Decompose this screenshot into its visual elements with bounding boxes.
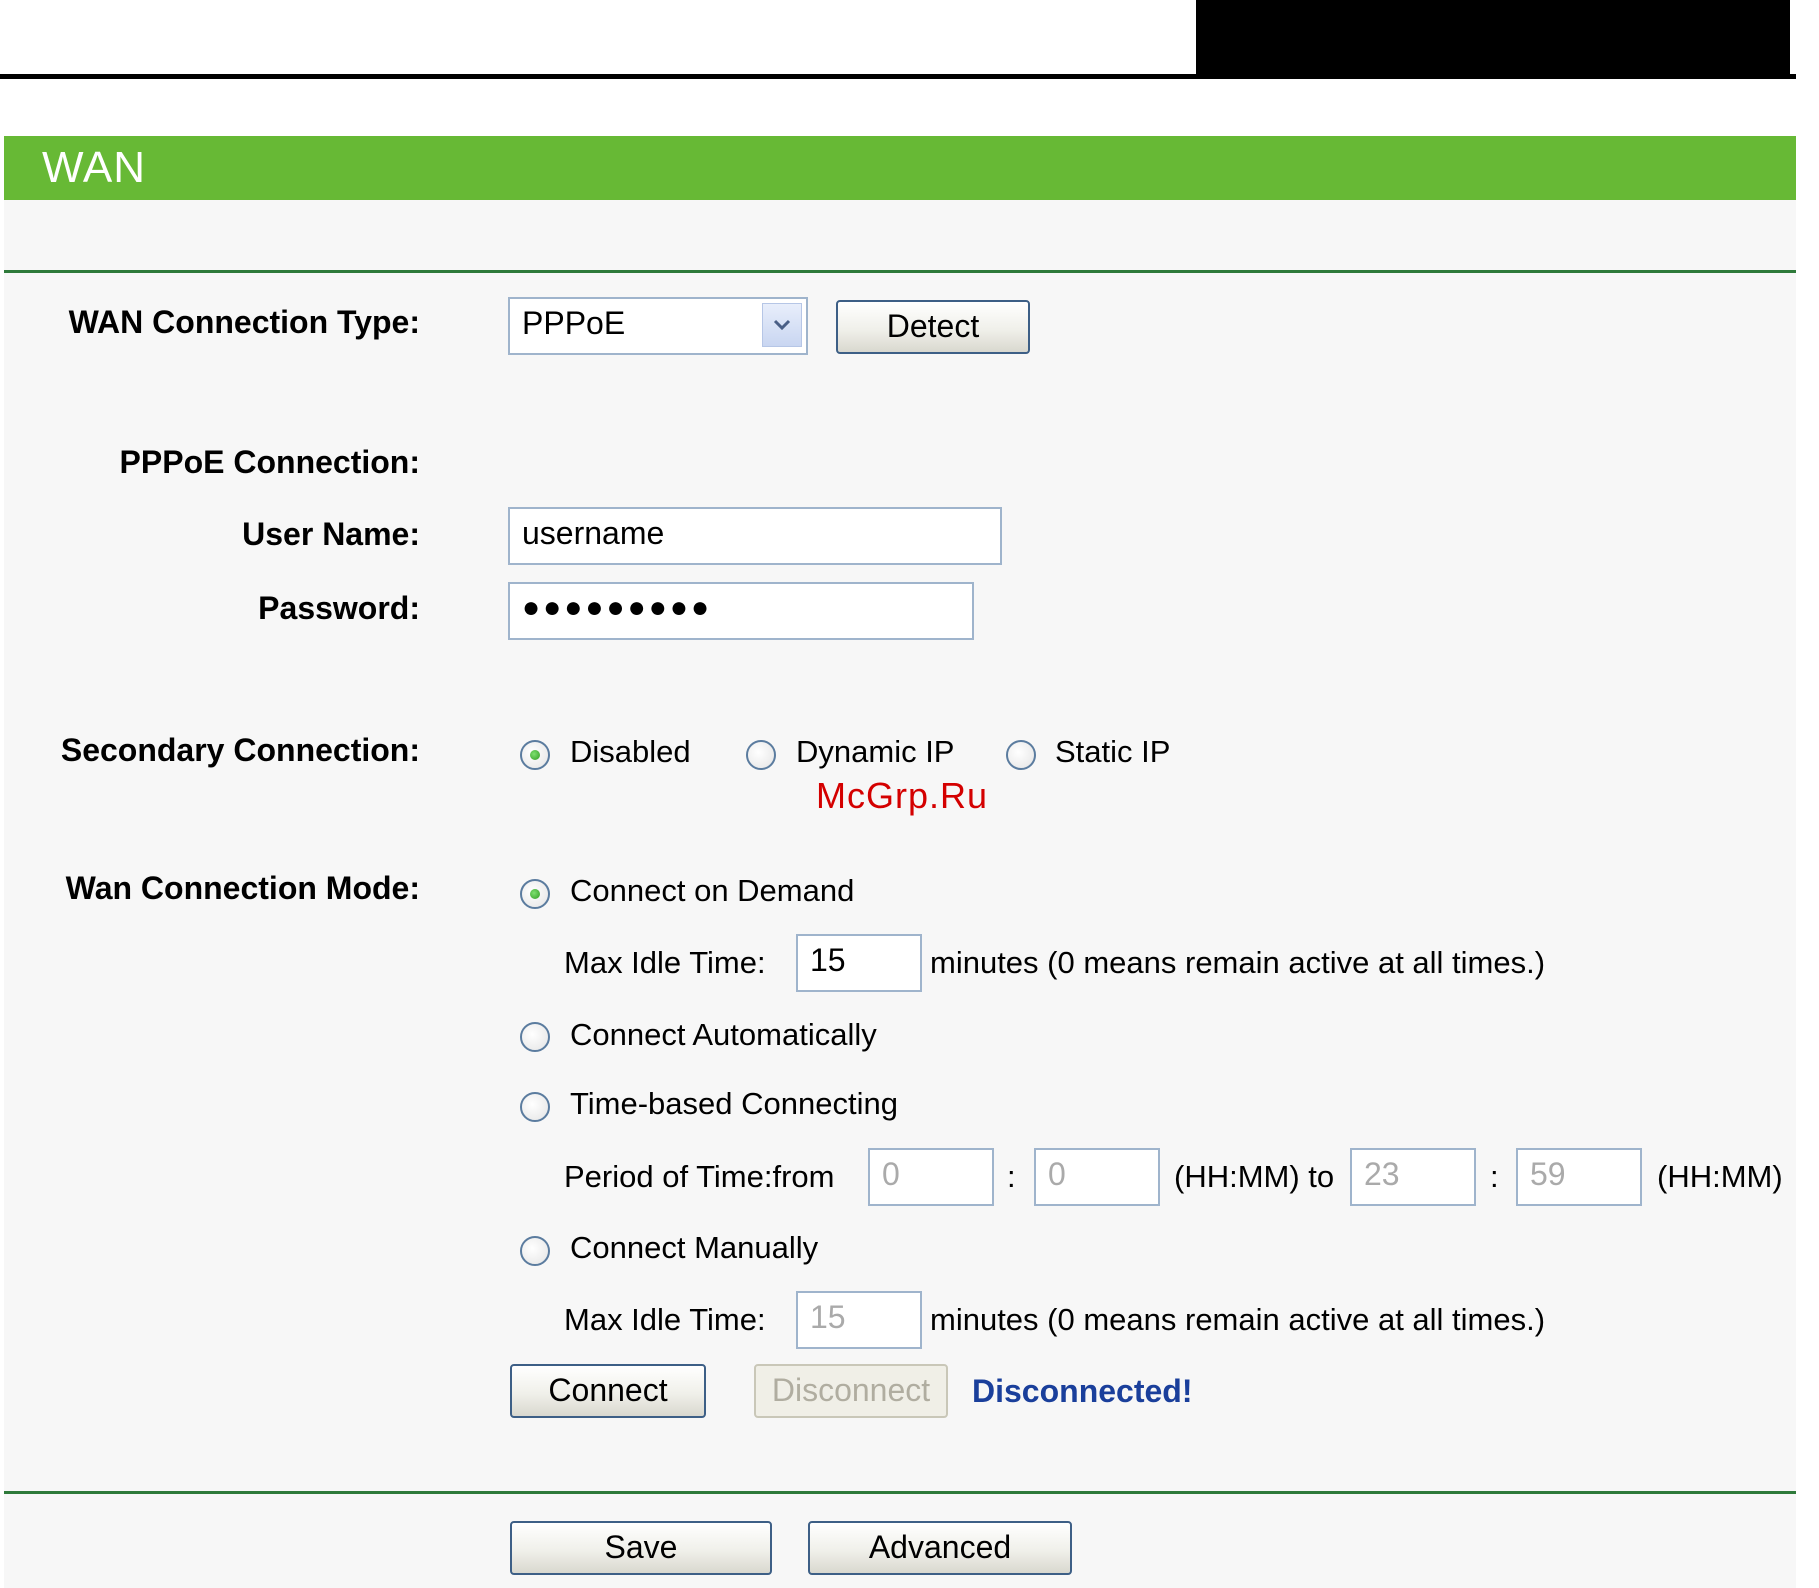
secondary-connection-label: Secondary Connection: xyxy=(60,732,420,768)
username-label: User Name: xyxy=(242,516,420,552)
time-based-connecting-label: Time-based Connecting xyxy=(570,1086,898,1121)
to-minute-input[interactable]: 59 xyxy=(1516,1148,1642,1206)
connect-automatically-radio[interactable] xyxy=(520,1022,550,1052)
connect-on-demand-label: Connect on Demand xyxy=(570,873,855,908)
connection-mode-label: Wan Connection Mode: xyxy=(65,870,420,906)
top-divider xyxy=(0,74,1819,79)
top-black-block xyxy=(1196,0,1790,78)
chevron-down-icon[interactable] xyxy=(762,303,802,347)
time-colon: : xyxy=(1490,1159,1499,1194)
wan-type-value: PPPoE xyxy=(522,305,626,341)
max-idle-label: Max Idle Time: xyxy=(564,945,766,980)
to-hour-input[interactable]: 23 xyxy=(1350,1148,1476,1206)
time-colon: : xyxy=(1007,1159,1016,1194)
connection-status: Disconnected! xyxy=(972,1373,1193,1409)
page-title: WAN xyxy=(42,143,147,192)
from-hour-input[interactable]: 0 xyxy=(868,1148,994,1206)
secondary-disabled-radio[interactable] xyxy=(520,740,550,770)
disconnect-button[interactable]: Disconnect xyxy=(754,1364,948,1418)
save-button[interactable]: Save xyxy=(510,1521,772,1575)
wan-type-label: WAN Connection Type: xyxy=(68,304,420,340)
watermark: McGrp.Ru xyxy=(816,775,989,816)
header-bar xyxy=(4,136,1796,200)
manual-max-idle-note: minutes (0 means remain active at all ti… xyxy=(930,1302,1546,1337)
connect-manually-label: Connect Manually xyxy=(570,1230,819,1265)
wan-type-select[interactable]: PPPoE xyxy=(508,297,808,355)
hhmm-to-label: (HH:MM) to xyxy=(1174,1159,1335,1194)
secondary-static-ip-label: Static IP xyxy=(1055,734,1171,769)
secondary-static-ip-radio[interactable] xyxy=(1006,740,1036,770)
username-input[interactable]: username xyxy=(508,507,1002,565)
connect-on-demand-radio[interactable] xyxy=(520,879,550,909)
time-based-connecting-radio[interactable] xyxy=(520,1092,550,1122)
section-divider-top xyxy=(4,270,1796,273)
from-minute-input[interactable]: 0 xyxy=(1034,1148,1160,1206)
pppoe-connection-label: PPPoE Connection: xyxy=(119,444,420,480)
password-input[interactable]: ●●●●●●●●● xyxy=(508,582,974,640)
secondary-dynamic-ip-label: Dynamic IP xyxy=(796,734,955,769)
period-label: Period of Time:from xyxy=(564,1159,835,1194)
advanced-button[interactable]: Advanced xyxy=(808,1521,1072,1575)
connect-automatically-label: Connect Automatically xyxy=(570,1017,877,1052)
secondary-dynamic-ip-radio[interactable] xyxy=(746,740,776,770)
hhmm-label: (HH:MM) xyxy=(1657,1159,1783,1194)
manual-max-idle-input[interactable]: 15 xyxy=(796,1291,922,1349)
connect-button[interactable]: Connect xyxy=(510,1364,706,1418)
right-margin xyxy=(1796,0,1819,1588)
connect-manually-radio[interactable] xyxy=(520,1236,550,1266)
password-label: Password: xyxy=(258,590,420,626)
detect-button[interactable]: Detect xyxy=(836,300,1030,354)
manual-max-idle-label: Max Idle Time: xyxy=(564,1302,766,1337)
max-idle-input[interactable]: 15 xyxy=(796,934,922,992)
max-idle-note: minutes (0 means remain active at all ti… xyxy=(930,945,1546,980)
section-divider-bottom xyxy=(4,1491,1796,1494)
secondary-disabled-label: Disabled xyxy=(570,734,691,769)
